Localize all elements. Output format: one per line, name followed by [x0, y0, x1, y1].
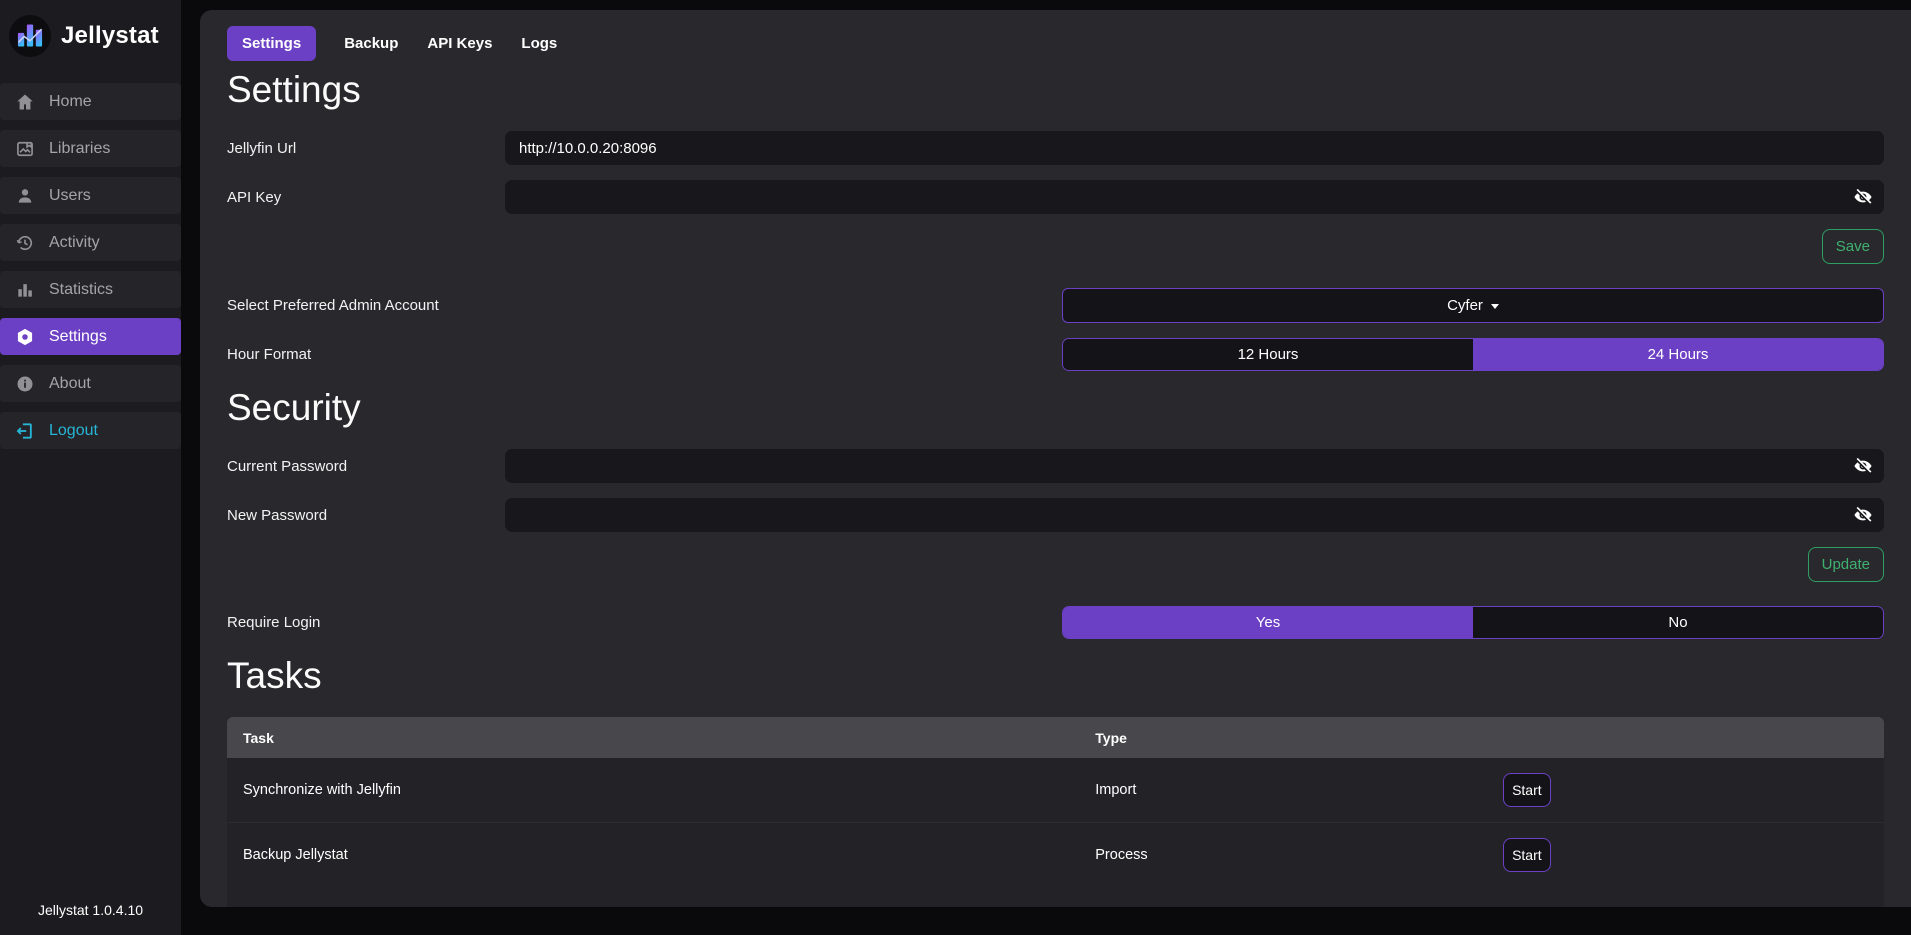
- jellyfin-url-row: Jellyfin Url: [227, 131, 1884, 165]
- app-title: Jellystat: [61, 22, 159, 50]
- hour-format-12-button[interactable]: 12 Hours: [1063, 339, 1473, 370]
- hour-format-label: Hour Format: [227, 346, 1062, 363]
- tasks-table-header: Task Type: [227, 717, 1884, 758]
- logout-icon: [14, 420, 35, 441]
- sidebar-item-about[interactable]: About: [0, 365, 181, 402]
- require-login-toggle: Yes No: [1062, 606, 1884, 639]
- require-login-no-button[interactable]: No: [1473, 607, 1883, 638]
- api-key-visibility-toggle[interactable]: [1853, 187, 1873, 207]
- require-login-label: Require Login: [227, 614, 1062, 631]
- settings-tabs: Settings Backup API Keys Logs: [227, 26, 1884, 61]
- start-backup-button[interactable]: Start: [1503, 838, 1551, 872]
- new-password-row: New Password: [227, 498, 1884, 532]
- page-title: Settings: [227, 69, 1884, 111]
- tab-api-keys[interactable]: API Keys: [426, 26, 493, 61]
- admin-account-label: Select Preferred Admin Account: [227, 297, 1062, 314]
- sidebar-item-activity[interactable]: Activity: [0, 224, 181, 261]
- hour-format-row: Hour Format 12 Hours 24 Hours: [227, 338, 1884, 371]
- column-header-task: Task: [227, 730, 1095, 746]
- task-name: Backup Jellystat: [227, 847, 1095, 863]
- eye-slash-icon: [1853, 187, 1873, 207]
- api-key-label: API Key: [227, 189, 505, 206]
- sidebar-item-label: Home: [49, 93, 92, 111]
- api-key-row: API Key: [227, 180, 1884, 214]
- about-icon: [14, 373, 35, 394]
- sidebar-item-label: Settings: [49, 328, 107, 346]
- new-password-label: New Password: [227, 507, 505, 524]
- sidebar: Jellystat Home Libraries Users: [0, 0, 181, 935]
- require-login-row: Require Login Yes No: [227, 606, 1884, 639]
- start-sync-button[interactable]: Start: [1503, 773, 1551, 807]
- tab-backup[interactable]: Backup: [343, 26, 399, 61]
- jellyfin-url-input[interactable]: [505, 131, 1884, 165]
- task-type: Process: [1095, 847, 1503, 863]
- api-key-input[interactable]: [505, 180, 1884, 214]
- new-password-visibility-toggle[interactable]: [1853, 505, 1873, 525]
- statistics-icon: [14, 279, 35, 300]
- current-password-label: Current Password: [227, 458, 505, 475]
- caret-down-icon: [1491, 304, 1499, 309]
- update-button-row: Update: [227, 547, 1884, 582]
- activity-icon: [14, 232, 35, 253]
- settings-page-card: Settings Backup API Keys Logs Settings J…: [200, 10, 1911, 907]
- sidebar-item-label: Users: [49, 187, 91, 205]
- home-icon: [14, 91, 35, 112]
- sidebar-item-label: About: [49, 375, 91, 393]
- task-name: Synchronize with Jellyfin: [227, 782, 1095, 798]
- eye-slash-icon: [1853, 456, 1873, 476]
- sidebar-item-label: Statistics: [49, 281, 113, 299]
- sidebar-item-statistics[interactable]: Statistics: [0, 271, 181, 308]
- admin-account-row: Select Preferred Admin Account Cyfer: [227, 288, 1884, 323]
- table-row: Synchronize with Jellyfin Import Start: [227, 758, 1884, 822]
- hour-format-toggle: 12 Hours 24 Hours: [1062, 338, 1884, 371]
- require-login-yes-button[interactable]: Yes: [1063, 607, 1473, 638]
- main-area: Settings Backup API Keys Logs Settings J…: [181, 0, 1911, 935]
- tasks-table: Task Type Synchronize with Jellyfin Impo…: [227, 717, 1884, 907]
- jellystat-logo-icon: [9, 15, 51, 57]
- save-button[interactable]: Save: [1822, 229, 1884, 264]
- current-password-row: Current Password: [227, 449, 1884, 483]
- sidebar-item-settings[interactable]: Settings: [0, 318, 181, 355]
- sidebar-item-label: Logout: [49, 422, 98, 440]
- security-title: Security: [227, 387, 1884, 429]
- sidebar-nav: Home Libraries Users Activity: [0, 83, 181, 449]
- column-header-type: Type: [1095, 730, 1503, 746]
- libraries-icon: [14, 138, 35, 159]
- jellyfin-url-label: Jellyfin Url: [227, 140, 505, 157]
- sidebar-item-users[interactable]: Users: [0, 177, 181, 214]
- sidebar-item-label: Libraries: [49, 140, 110, 158]
- app-logo: Jellystat: [0, 0, 181, 61]
- tab-logs[interactable]: Logs: [520, 26, 558, 61]
- eye-slash-icon: [1853, 505, 1873, 525]
- table-row: Backup Jellystat Process Start: [227, 822, 1884, 886]
- app-version: Jellystat 1.0.4.10: [0, 902, 181, 935]
- current-password-visibility-toggle[interactable]: [1853, 456, 1873, 476]
- save-button-row: Save: [227, 229, 1884, 264]
- sidebar-item-libraries[interactable]: Libraries: [0, 130, 181, 167]
- tasks-table-body: Synchronize with Jellyfin Import Start B…: [227, 758, 1884, 907]
- current-password-input[interactable]: [505, 449, 1884, 483]
- hour-format-24-button[interactable]: 24 Hours: [1473, 339, 1883, 370]
- admin-account-selected: Cyfer: [1447, 297, 1483, 314]
- task-type: Import: [1095, 782, 1503, 798]
- update-button[interactable]: Update: [1808, 547, 1884, 582]
- new-password-input[interactable]: [505, 498, 1884, 532]
- settings-icon: [14, 326, 35, 347]
- users-icon: [14, 185, 35, 206]
- sidebar-item-home[interactable]: Home: [0, 83, 181, 120]
- admin-account-dropdown[interactable]: Cyfer: [1062, 288, 1884, 323]
- tasks-title: Tasks: [227, 655, 1884, 697]
- tab-settings[interactable]: Settings: [227, 26, 316, 61]
- sidebar-item-label: Activity: [49, 234, 100, 252]
- sidebar-item-logout[interactable]: Logout: [0, 412, 181, 449]
